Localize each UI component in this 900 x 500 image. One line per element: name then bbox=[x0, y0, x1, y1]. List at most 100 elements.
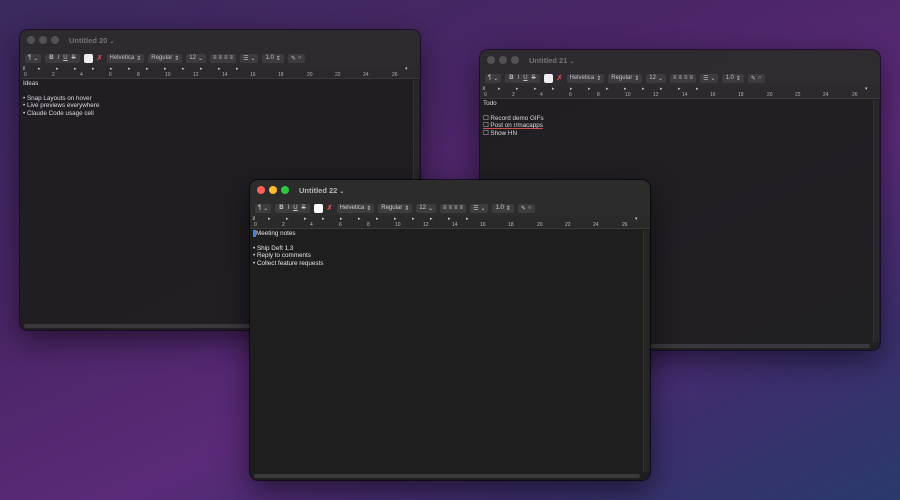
font-style-popup[interactable]: Regular ⇕ bbox=[148, 53, 183, 63]
text-editor[interactable]: Meeting notes • Ship Deft 1.3 • Reply to… bbox=[250, 228, 642, 472]
text-line[interactable]: • Collect feature requests bbox=[253, 260, 639, 267]
align-center-icon[interactable]: ≡ bbox=[219, 55, 223, 61]
align-left-icon[interactable]: ≡ bbox=[673, 75, 677, 81]
text-line[interactable]: Todo bbox=[483, 100, 869, 107]
font-family-popup[interactable]: Helvetica ⇕ bbox=[106, 53, 145, 63]
close-button[interactable] bbox=[257, 186, 265, 194]
text-line[interactable]: • Reply to comments bbox=[253, 252, 639, 259]
text-line[interactable] bbox=[483, 107, 869, 114]
zoom-button[interactable] bbox=[281, 186, 289, 194]
pencil-icon[interactable]: ✎ bbox=[751, 75, 756, 82]
text-line[interactable]: ☐ Post on r/macapps bbox=[483, 122, 869, 129]
text-line[interactable] bbox=[23, 87, 409, 94]
italic-button[interactable]: I bbox=[517, 75, 521, 81]
pencil-icon[interactable]: ✎ bbox=[521, 205, 526, 212]
line-spacing-popup[interactable]: 1.0 ⇕ bbox=[262, 53, 284, 63]
justify-icon[interactable]: ≡ bbox=[230, 55, 234, 61]
font-family-popup[interactable]: Helvetica ⇕ bbox=[336, 203, 375, 213]
text-line[interactable] bbox=[253, 238, 639, 245]
horizontal-scrollbar[interactable] bbox=[254, 474, 640, 478]
window-title[interactable]: Untitled 21 ⌄ bbox=[529, 56, 574, 65]
align-center-icon[interactable]: ≡ bbox=[449, 205, 453, 211]
font-family-popup[interactable]: Helvetica ⇕ bbox=[566, 73, 605, 83]
list-popup[interactable]: ☰ ⌄ bbox=[240, 53, 259, 63]
align-right-icon[interactable]: ≡ bbox=[224, 55, 228, 61]
alignment-group[interactable]: ≡ ≡ ≡ ≡ bbox=[440, 203, 467, 213]
circle-icon[interactable]: ○ bbox=[298, 55, 302, 61]
align-center-icon[interactable]: ≡ bbox=[679, 75, 683, 81]
text-line[interactable]: • Claude Code usage cell bbox=[23, 110, 409, 117]
text-line[interactable]: Meeting notes bbox=[253, 230, 639, 238]
font-size-field[interactable]: 12 ⌄ bbox=[646, 73, 666, 83]
text-line[interactable]: • Live previews everywhere bbox=[23, 102, 409, 109]
text-line[interactable]: ☐ Record demo GIFs bbox=[483, 115, 869, 122]
text-color-swatch[interactable] bbox=[83, 53, 93, 63]
alignment-group[interactable]: ≡ ≡ ≡ ≡ bbox=[670, 73, 697, 83]
window-title[interactable]: Untitled 20 ⌄ bbox=[69, 36, 114, 45]
minimize-button[interactable] bbox=[269, 186, 277, 194]
highlight-group[interactable]: ✎ ○ bbox=[517, 203, 535, 213]
align-right-icon[interactable]: ≡ bbox=[684, 75, 688, 81]
close-button[interactable] bbox=[487, 56, 495, 64]
zoom-button[interactable] bbox=[511, 56, 519, 64]
paragraph-style-popup[interactable]: ¶ ⌄ bbox=[255, 203, 272, 213]
clear-color-icon[interactable]: ✗ bbox=[97, 54, 103, 62]
bold-button[interactable]: B bbox=[48, 55, 54, 61]
zoom-button[interactable] bbox=[51, 36, 59, 44]
vertical-scrollbar[interactable] bbox=[643, 230, 649, 472]
titlebar[interactable]: Untitled 21 ⌄ bbox=[480, 50, 880, 70]
font-style-popup[interactable]: Regular ⇕ bbox=[378, 203, 413, 213]
ruler-tab-stops: ⊻ ▸ ▸ ▸ ▸ ▸ ▸ ▸ ▸ ▸ ▸ ▸ ▸ ▾ bbox=[22, 66, 408, 72]
ruler-tab-stops: ⊻ ▸ ▸ ▸ ▸ ▸ ▸ ▸ ▸ ▸ ▸ ▸ ▸ ▾ bbox=[482, 86, 868, 92]
text-color-swatch[interactable] bbox=[313, 203, 323, 213]
font-style-popup[interactable]: Regular ⇕ bbox=[608, 73, 643, 83]
circle-icon[interactable]: ○ bbox=[758, 75, 762, 81]
minimize-button[interactable] bbox=[39, 36, 47, 44]
clear-color-icon[interactable]: ✗ bbox=[327, 204, 333, 212]
line-spacing-popup[interactable]: 1.0 ⇕ bbox=[492, 203, 514, 213]
text-line[interactable]: • Snap Layouts on hover bbox=[23, 95, 409, 102]
highlight-group[interactable]: ✎ ○ bbox=[747, 73, 765, 83]
pencil-icon[interactable]: ✎ bbox=[291, 55, 296, 62]
text-style-group: B I U S bbox=[45, 53, 80, 63]
bold-button[interactable]: B bbox=[508, 75, 514, 81]
close-button[interactable] bbox=[27, 36, 35, 44]
line-spacing-popup[interactable]: 1.0 ⇕ bbox=[722, 73, 744, 83]
highlight-group[interactable]: ✎ ○ bbox=[287, 53, 305, 63]
underline-button[interactable]: U bbox=[62, 55, 68, 61]
text-line[interactable]: ☐ Show HN bbox=[483, 130, 869, 137]
text-line[interactable]: • Ship Deft 1.3 bbox=[253, 245, 639, 252]
underline-button[interactable]: U bbox=[522, 75, 528, 81]
paragraph-style-popup[interactable]: ¶ ⌄ bbox=[485, 73, 502, 83]
italic-button[interactable]: I bbox=[287, 205, 291, 211]
list-popup[interactable]: ☰ ⌄ bbox=[700, 73, 719, 83]
titlebar[interactable]: Untitled 20 ⌄ bbox=[20, 30, 420, 50]
chevron-down-icon: ⌄ bbox=[250, 55, 256, 62]
underline-button[interactable]: U bbox=[292, 205, 298, 211]
minimize-button[interactable] bbox=[499, 56, 507, 64]
window-title[interactable]: Untitled 22 ⌄ bbox=[299, 186, 344, 195]
bold-button[interactable]: B bbox=[278, 205, 284, 211]
align-left-icon[interactable]: ≡ bbox=[443, 205, 447, 211]
justify-icon[interactable]: ≡ bbox=[460, 205, 464, 211]
list-popup[interactable]: ☰ ⌄ bbox=[470, 203, 489, 213]
window-untitled-22[interactable]: Untitled 22 ⌄ ¶ ⌄ B I U S ✗ Helvetica ⇕ Reg… bbox=[250, 180, 650, 480]
justify-icon[interactable]: ≡ bbox=[690, 75, 694, 81]
titlebar[interactable]: Untitled 22 ⌄ bbox=[250, 180, 650, 200]
align-right-icon[interactable]: ≡ bbox=[454, 205, 458, 211]
clear-color-icon[interactable]: ✗ bbox=[557, 74, 563, 82]
italic-button[interactable]: I bbox=[57, 55, 61, 61]
align-left-icon[interactable]: ≡ bbox=[213, 55, 217, 61]
strikethrough-button[interactable]: S bbox=[531, 75, 537, 81]
font-size-field[interactable]: 12 ⌄ bbox=[186, 53, 206, 63]
text-line[interactable]: Ideas bbox=[23, 80, 409, 87]
paragraph-style-popup[interactable]: ¶ ⌄ bbox=[25, 53, 42, 63]
ruler-tab-stops: ⊻ ▸ ▸ ▸ ▸ ▸ ▸ ▸ ▸ ▸ ▸ ▸ ▸ ▾ bbox=[252, 216, 638, 222]
circle-icon[interactable]: ○ bbox=[528, 205, 532, 211]
text-color-swatch[interactable] bbox=[543, 73, 553, 83]
alignment-group[interactable]: ≡ ≡ ≡ ≡ bbox=[210, 53, 237, 63]
font-size-field[interactable]: 12 ⌄ bbox=[416, 203, 436, 213]
strikethrough-button[interactable]: S bbox=[301, 205, 307, 211]
vertical-scrollbar[interactable] bbox=[873, 100, 879, 342]
strikethrough-button[interactable]: S bbox=[71, 55, 77, 61]
